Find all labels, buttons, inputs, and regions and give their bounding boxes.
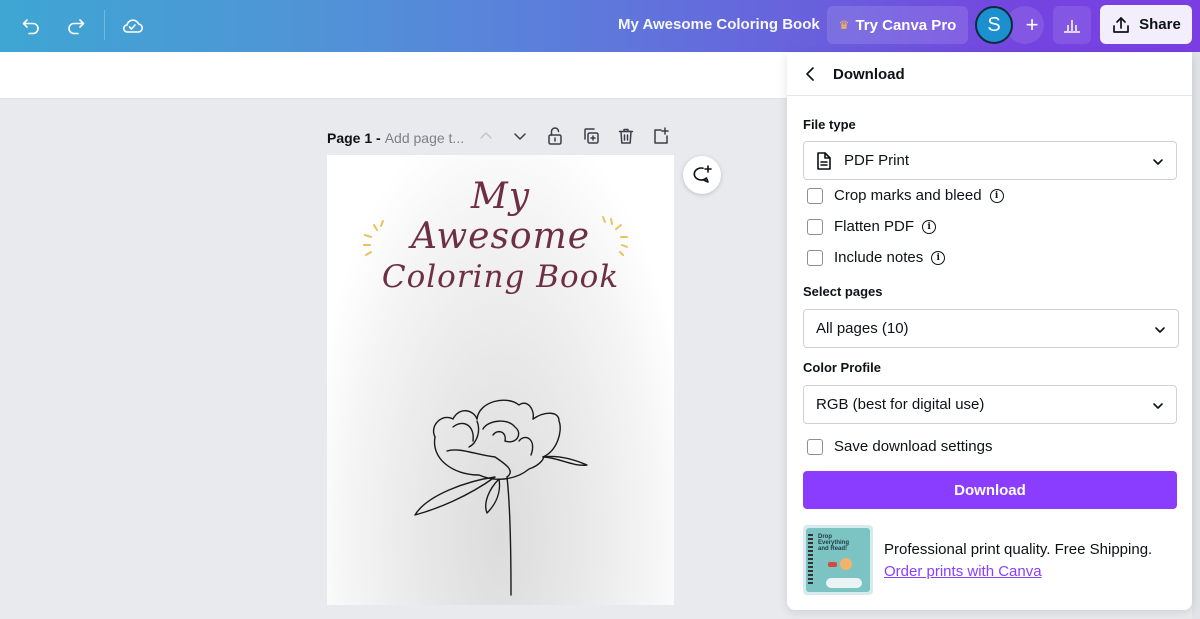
info-icon[interactable]: i — [989, 188, 1004, 203]
redo-button[interactable] — [60, 10, 92, 42]
redo-icon — [68, 19, 85, 35]
cloud-saved-icon — [122, 19, 144, 33]
lock-page-button[interactable] — [544, 125, 566, 147]
save-settings-label: Save download settings — [834, 438, 993, 455]
thumbnail-title: Drop Everything and Read! — [818, 534, 850, 552]
sparkle-left-icon — [363, 220, 384, 256]
move-page-up-button[interactable] — [475, 125, 497, 147]
page-title-input[interactable]: Add page t... — [385, 130, 464, 146]
promo-text: Professional print quality. Free Shippin… — [884, 541, 1153, 558]
flatten-pdf-label: Flatten PDF — [834, 218, 915, 235]
cloud-graphic — [826, 578, 862, 588]
file-type-label: File type — [803, 117, 856, 132]
back-chevron-icon[interactable] — [803, 66, 819, 82]
color-profile-value: RGB (best for digital use) — [816, 396, 985, 413]
color-profile-dropdown[interactable]: RGB (best for digital use) — [803, 385, 1177, 424]
try-canva-pro-button[interactable]: ♛ Try Canva Pro — [827, 6, 968, 44]
file-type-value: PDF Print — [844, 152, 910, 169]
flatten-pdf-option: Flatten PDF i — [807, 218, 937, 235]
download-panel-header: Download — [787, 53, 1192, 96]
save-settings-option: Save download settings — [807, 438, 992, 455]
delete-page-button[interactable] — [615, 125, 637, 147]
add-comment-button[interactable] — [683, 156, 721, 194]
download-panel-title: Download — [833, 65, 905, 83]
document-icon — [816, 151, 832, 171]
flower-illustration — [414, 399, 588, 596]
insights-button[interactable] — [1053, 6, 1091, 44]
spiral-binding — [808, 534, 813, 586]
print-product-thumbnail[interactable]: Drop Everything and Read! — [803, 525, 873, 595]
chevron-down-icon — [1154, 323, 1166, 340]
chevron-down-icon — [1152, 399, 1164, 416]
share-upload-icon — [1113, 16, 1129, 33]
avatar[interactable]: S — [975, 6, 1013, 44]
chevron-down-icon — [1152, 155, 1164, 172]
duplicate-page-button[interactable] — [580, 125, 602, 147]
share-button[interactable]: Share — [1100, 5, 1192, 44]
chevron-down-icon — [514, 133, 526, 140]
lock-icon — [548, 127, 562, 145]
add-page-icon — [654, 127, 669, 144]
toolbar-divider — [104, 10, 105, 40]
crop-marks-checkbox[interactable] — [807, 187, 823, 204]
select-pages-value: All pages (10) — [816, 320, 909, 337]
include-notes-checkbox[interactable] — [807, 249, 823, 266]
crop-marks-option: Crop marks and bleed i — [807, 187, 1004, 204]
include-notes-option: Include notes i — [807, 249, 946, 266]
include-notes-label: Include notes — [834, 249, 924, 266]
move-page-down-button[interactable] — [509, 125, 531, 147]
share-label: Share — [1139, 16, 1181, 33]
color-profile-label: Color Profile — [803, 360, 882, 375]
notebook-image: Drop Everything and Read! — [806, 528, 870, 592]
panel-backdrop — [1192, 52, 1200, 619]
file-type-select[interactable]: PDF Print — [803, 141, 1177, 180]
trash-icon — [618, 128, 634, 144]
chevron-up-icon — [480, 132, 492, 139]
info-icon[interactable]: i — [931, 250, 946, 265]
plus-icon: + — [1025, 12, 1039, 37]
try-canva-pro-label: Try Canva Pro — [855, 16, 957, 34]
design-canvas-page[interactable]: My Awesome Coloring Book — [327, 155, 674, 605]
comment-add-icon — [693, 165, 712, 183]
download-button[interactable]: Download — [803, 471, 1177, 509]
crown-icon: ♛ — [838, 18, 850, 32]
undo-icon — [22, 19, 39, 35]
sparkle-right-icon — [602, 216, 628, 256]
design-title-line: My — [470, 176, 531, 217]
select-pages-dropdown[interactable]: All pages (10) — [803, 309, 1179, 348]
download-panel: Download File type PDF Print Crop marks … — [787, 53, 1192, 610]
document-title[interactable]: My Awesome Coloring Book — [618, 16, 820, 33]
book-graphic — [828, 562, 837, 567]
save-settings-checkbox[interactable] — [807, 438, 823, 455]
page-header: Page 1 - Add page t... — [327, 128, 464, 148]
top-bar: My Awesome Coloring Book ♛ Try Canva Pro… — [0, 0, 1200, 52]
page-number: Page 1 - — [327, 130, 381, 146]
undo-button[interactable] — [15, 10, 47, 42]
crop-marks-label: Crop marks and bleed — [834, 187, 982, 204]
flatten-pdf-checkbox[interactable] — [807, 218, 823, 235]
add-page-button[interactable] — [650, 125, 672, 147]
duplicate-icon — [584, 128, 599, 144]
insights-icon — [1064, 20, 1080, 33]
info-icon[interactable]: i — [922, 219, 937, 234]
select-pages-label: Select pages — [803, 284, 883, 299]
child-graphic — [840, 558, 852, 570]
order-prints-link[interactable]: Order prints with Canva — [884, 563, 1042, 580]
save-status-button[interactable] — [116, 10, 148, 42]
